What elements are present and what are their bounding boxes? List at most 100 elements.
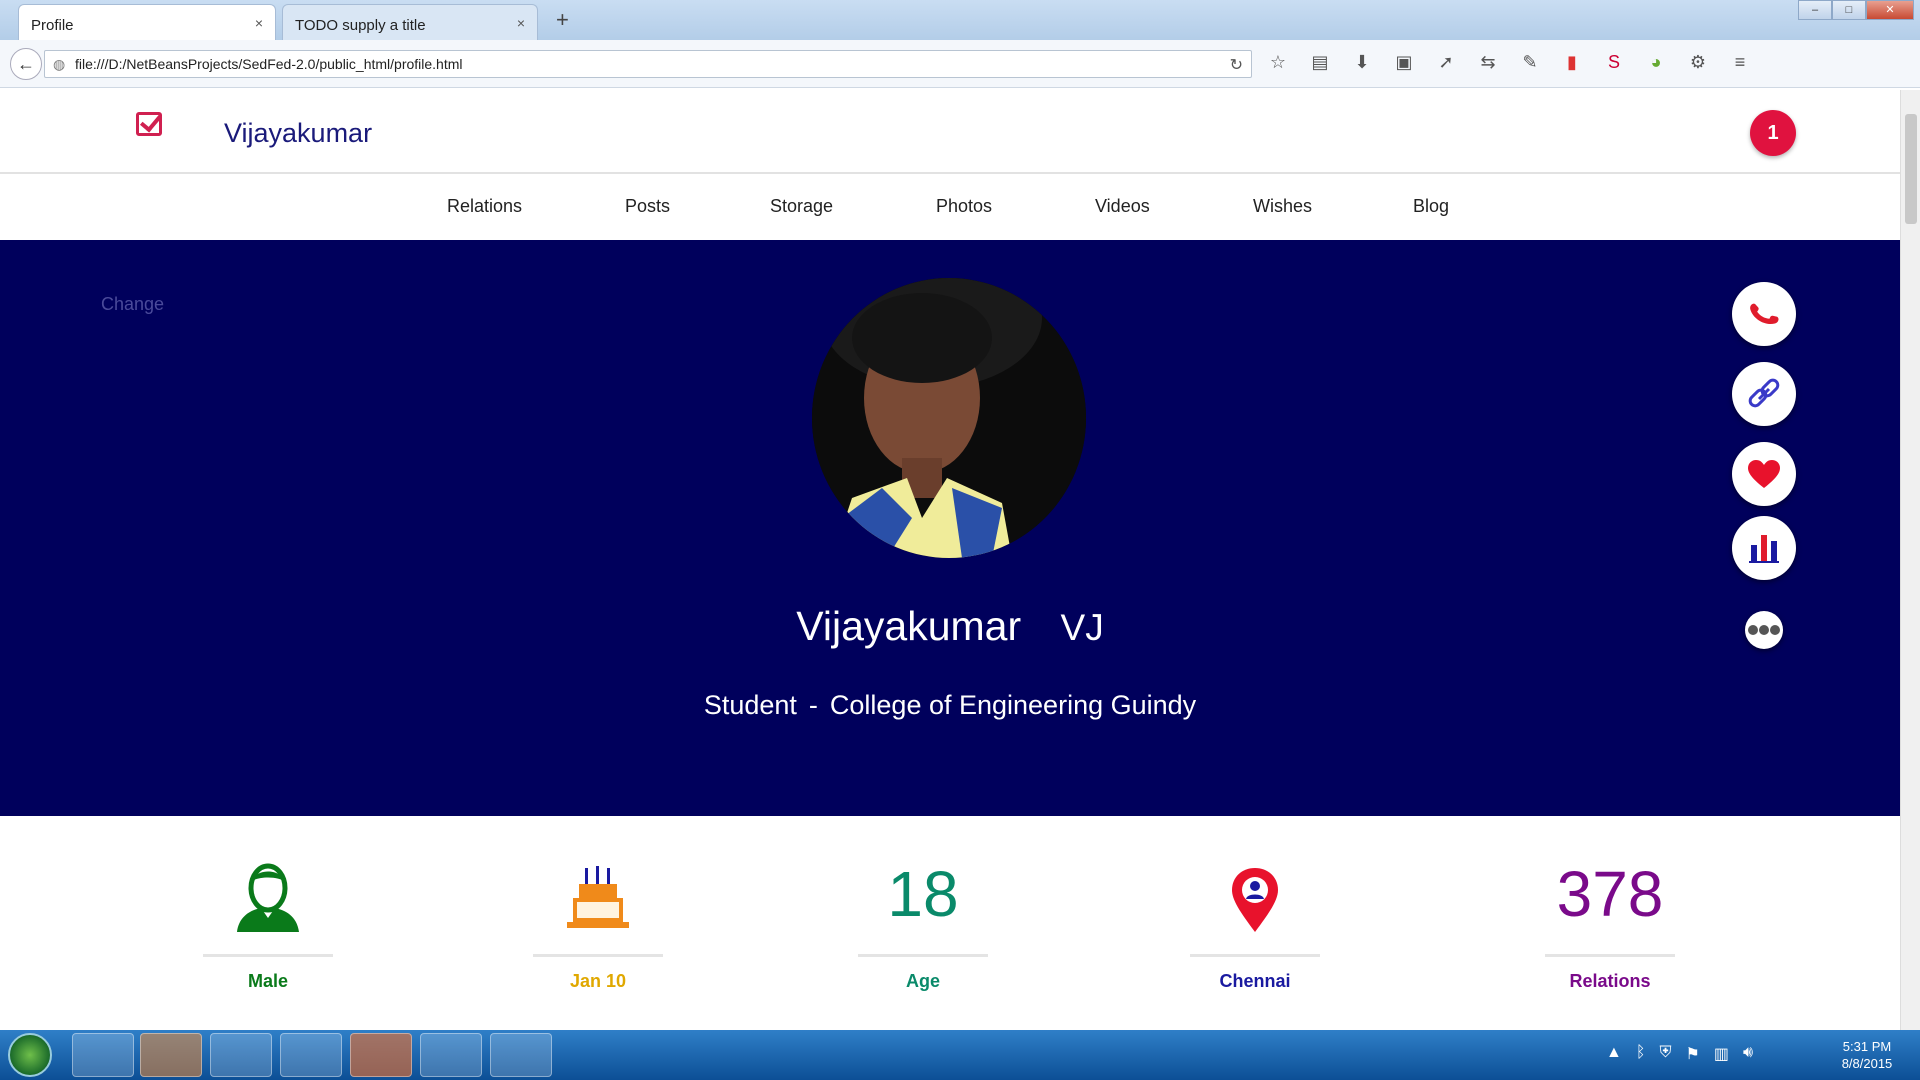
brand-name[interactable]: Vijayakumar bbox=[224, 118, 372, 149]
relations-count: 378 bbox=[1556, 858, 1664, 930]
link-icon bbox=[1748, 378, 1780, 408]
profile-nav: Relations Posts Storage Photos Videos Wi… bbox=[0, 176, 1900, 240]
nav-item-blog[interactable]: Blog bbox=[1413, 196, 1449, 217]
tab-label: TODO supply a title bbox=[295, 17, 426, 34]
extension-translate-icon[interactable]: ⇆ bbox=[1476, 52, 1500, 73]
stat-gender: Male bbox=[183, 854, 353, 992]
checkmark-logo-icon[interactable] bbox=[136, 112, 162, 136]
page-info-icon[interactable]: ◍ bbox=[53, 56, 65, 73]
bookmark-star-icon[interactable]: ☆ bbox=[1266, 52, 1290, 73]
extension-arrow-icon[interactable]: ➚ bbox=[1434, 52, 1458, 73]
relations-label: Relations bbox=[1569, 971, 1651, 991]
reading-list-icon[interactable]: ▤ bbox=[1308, 52, 1332, 73]
stats-button[interactable] bbox=[1732, 516, 1796, 580]
network-icon[interactable]: ▥ bbox=[1714, 1044, 1729, 1064]
screenshot-icon[interactable]: ▣ bbox=[1392, 52, 1416, 73]
stat-birthday: Jan 10 bbox=[513, 854, 683, 992]
virtualbox-taskbar-icon[interactable] bbox=[280, 1033, 342, 1077]
address-bar[interactable]: ◍ file:///D:/NetBeansProjects/SedFed-2.0… bbox=[44, 50, 1252, 78]
profile-avatar[interactable] bbox=[812, 278, 1086, 558]
change-cover-link[interactable]: Change bbox=[101, 294, 164, 315]
clock-time: 5:31 PM bbox=[1842, 1039, 1892, 1054]
close-tab-icon[interactable]: × bbox=[517, 15, 525, 31]
cake-icon bbox=[567, 866, 629, 928]
profile-full-name: Vijayakumar VJ bbox=[0, 603, 1900, 650]
like-button[interactable] bbox=[1732, 442, 1796, 506]
call-button[interactable] bbox=[1732, 282, 1796, 346]
extension-pen-icon[interactable]: ✎ bbox=[1518, 52, 1542, 73]
extension-color-icon[interactable]: ◕ bbox=[1644, 52, 1668, 73]
stat-location: Chennai bbox=[1170, 854, 1340, 992]
explorer-taskbar-icon[interactable] bbox=[72, 1033, 134, 1077]
nav-item-wishes[interactable]: Wishes bbox=[1253, 196, 1312, 217]
stat-relations[interactable]: 378 Relations bbox=[1525, 854, 1695, 992]
notes-taskbar-icon[interactable] bbox=[420, 1033, 482, 1077]
clock-date: 8/8/2015 bbox=[1841, 1056, 1893, 1071]
flag-icon[interactable]: ⚑ bbox=[1685, 1044, 1699, 1064]
institution: College of Engineering Guindy bbox=[829, 690, 1197, 720]
birthday-label: Jan 10 bbox=[569, 971, 627, 991]
nav-item-photos[interactable]: Photos bbox=[936, 196, 992, 217]
age-value: 18 bbox=[887, 858, 959, 930]
browser-toolbar: ☆ ▤ ⬇ ▣ ➚ ⇆ ✎ ▮ S ◕ ⚙ ≡ bbox=[1266, 52, 1752, 73]
profile-tagline: Student - College of Engineering Guindy bbox=[0, 690, 1900, 721]
nav-item-storage[interactable]: Storage bbox=[770, 196, 833, 217]
profile-hero: Change Vijayakumar VJ Student - College of… bbox=[0, 240, 1900, 816]
site-header: Vijayakumar 1 bbox=[0, 90, 1900, 174]
page-scrollbar[interactable] bbox=[1900, 90, 1920, 1030]
browser-navbar: ← ◍ file:///D:/NetBeansProjects/SedFed-2… bbox=[0, 40, 1920, 88]
more-button[interactable] bbox=[1745, 611, 1783, 649]
firefox-taskbar-icon[interactable] bbox=[140, 1033, 202, 1077]
heart-icon bbox=[1748, 460, 1780, 488]
user-icon bbox=[237, 863, 299, 932]
extension-battery-icon[interactable]: ▮ bbox=[1560, 52, 1584, 73]
profile-stats: Male Jan 10 18 Age Chennai 378 Relations bbox=[0, 816, 1900, 1030]
xampp-taskbar-icon[interactable] bbox=[350, 1033, 412, 1077]
reload-icon[interactable]: ↻ bbox=[1230, 55, 1243, 75]
role: Student bbox=[703, 690, 797, 720]
maximize-button[interactable]: □ bbox=[1832, 0, 1866, 20]
close-tab-icon[interactable]: × bbox=[255, 15, 263, 31]
window-controls: – □ ✕ bbox=[1798, 0, 1914, 20]
minimize-button[interactable]: – bbox=[1798, 0, 1832, 20]
url-text: file:///D:/NetBeansProjects/SedFed-2.0/p… bbox=[75, 56, 463, 72]
more-icon bbox=[1748, 625, 1780, 635]
tray-expand-icon[interactable]: ▲ bbox=[1606, 1044, 1622, 1064]
tab-label: Profile bbox=[31, 17, 74, 34]
tab-todo[interactable]: TODO supply a title × bbox=[282, 4, 538, 40]
separator: - bbox=[808, 690, 818, 720]
tab-profile[interactable]: Profile × bbox=[18, 4, 276, 40]
vlc-taskbar-icon[interactable] bbox=[490, 1033, 552, 1077]
start-button[interactable] bbox=[8, 1033, 52, 1077]
new-tab-button[interactable]: + bbox=[556, 7, 569, 33]
nickname: VJ bbox=[1060, 607, 1104, 648]
notification-badge[interactable]: 1 bbox=[1750, 110, 1796, 156]
nav-item-videos[interactable]: Videos bbox=[1095, 196, 1150, 217]
bluetooth-icon[interactable]: ᛒ bbox=[1636, 1044, 1646, 1064]
menu-icon[interactable]: ≡ bbox=[1728, 52, 1752, 73]
phone-icon bbox=[1750, 303, 1779, 325]
first-name: Vijayakumar bbox=[796, 603, 1022, 649]
nav-item-posts[interactable]: Posts bbox=[625, 196, 670, 217]
bar-chart-icon bbox=[1749, 535, 1779, 563]
browser-titlebar: Profile × TODO supply a title × + – □ ✕ bbox=[0, 0, 1920, 40]
gender-label: Male bbox=[247, 971, 289, 991]
security-icon[interactable]: ⛨ bbox=[1659, 1044, 1671, 1064]
extension-settings-icon[interactable]: ⚙ bbox=[1686, 52, 1710, 73]
chrome-taskbar-icon[interactable] bbox=[210, 1033, 272, 1077]
extension-s-icon[interactable]: S bbox=[1602, 52, 1626, 73]
nav-item-relations[interactable]: Relations bbox=[447, 196, 522, 217]
location-label: Chennai bbox=[1219, 971, 1291, 991]
age-label: Age bbox=[905, 971, 940, 991]
windows-taskbar: ▲ ᛒ ⛨ ⚑ ▥ 🔊︎ 5:31 PM 8/8/2015 bbox=[0, 1030, 1920, 1080]
close-window-button[interactable]: ✕ bbox=[1866, 0, 1914, 20]
taskbar-clock[interactable]: 5:31 PM 8/8/2015 bbox=[1822, 1038, 1912, 1072]
system-tray: ▲ ᛒ ⛨ ⚑ ▥ 🔊︎ bbox=[1606, 1044, 1753, 1064]
scrollbar-thumb[interactable] bbox=[1905, 114, 1917, 224]
link-button[interactable] bbox=[1732, 362, 1796, 426]
stat-age: 18 Age bbox=[838, 854, 1008, 992]
location-pin-icon bbox=[1232, 868, 1278, 932]
download-icon[interactable]: ⬇ bbox=[1350, 52, 1374, 73]
volume-icon[interactable]: 🔊︎ bbox=[1743, 1044, 1753, 1064]
back-button[interactable]: ← bbox=[10, 48, 42, 80]
